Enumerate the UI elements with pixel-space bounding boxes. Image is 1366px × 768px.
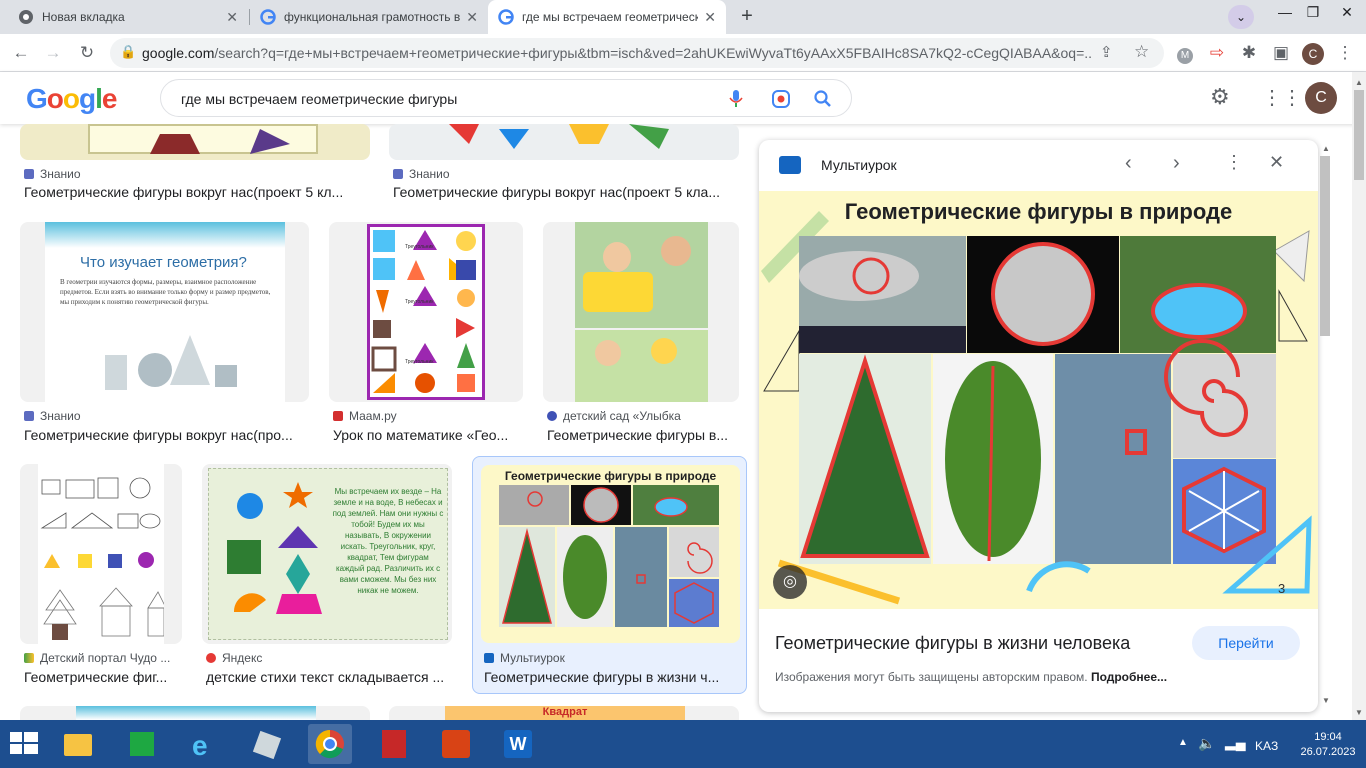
bookmark-star-icon[interactable]: ☆ [1134, 42, 1149, 62]
windows-start-icon[interactable] [10, 732, 38, 756]
result-title[interactable]: Геометрические фигуры вокруг нас(проект … [24, 184, 362, 200]
account-avatar[interactable]: C [1305, 82, 1337, 114]
result-image[interactable]: Мы встречаем их везде – На земле и на во… [202, 464, 452, 644]
chrome-icon [19, 10, 33, 24]
google-icon [498, 9, 514, 25]
search-box[interactable]: где мы встречаем геометрические фигуры [160, 79, 852, 117]
result-image[interactable] [20, 124, 370, 160]
acrobat-icon[interactable] [372, 724, 416, 764]
result-source[interactable]: детский сад «Улыбка [547, 409, 681, 423]
result-title[interactable]: Геометрические фигуры в жизни ч... [484, 669, 734, 685]
google-header: Google где мы встречаем геометрические ф… [0, 72, 1366, 124]
google-icon [260, 9, 276, 25]
windows-taskbar: e W ▲ 🔈 ▂▄ KAЗ 19:04 26.07.2023 [0, 720, 1366, 768]
volume-icon[interactable]: 🔈 [1198, 735, 1215, 752]
store-icon[interactable] [120, 724, 164, 764]
tab-functional-literacy[interactable]: функциональная грамотность в ✕ [250, 0, 488, 34]
share-icon[interactable]: ⇪ [1100, 43, 1113, 61]
page-scrollbar[interactable]: ▲ ▼ [1352, 72, 1366, 720]
profile-avatar[interactable]: C [1300, 40, 1326, 66]
result-image[interactable]: Квадрат [389, 706, 739, 720]
result-image[interactable] [20, 706, 370, 720]
tab-search-results[interactable]: где мы встречаем геометрически ✕ [488, 0, 726, 34]
result-source[interactable]: Яндекс [206, 651, 262, 665]
result-image[interactable]: Треугольник Треугольник Треугольник [329, 222, 523, 402]
more-link[interactable]: Подробнее... [1091, 670, 1167, 684]
result-title[interactable]: Геометрические фигуры вокруг нас(проект … [393, 184, 738, 200]
previous-icon[interactable]: ‹ [1125, 152, 1132, 175]
result-source[interactable]: Детский портал Чудо ... [24, 651, 170, 665]
tools-icon[interactable] [246, 724, 290, 764]
url-path: /search?q=где+мы+встречаем+геометрически… [214, 45, 1092, 61]
result-title[interactable]: Урок по математике «Гео... [333, 427, 523, 443]
result-title[interactable]: Геометрические фигуры вокруг нас(про... [24, 427, 309, 443]
result-source[interactable]: Мультиурок [484, 651, 565, 665]
result-source[interactable]: Знанио [24, 167, 81, 181]
forward-icon[interactable]: → [40, 40, 66, 66]
result-title[interactable]: Геометрические фиг... [24, 669, 182, 685]
tab-title: где мы встречаем геометрически [522, 10, 699, 24]
panel-source[interactable]: Мультиурок [821, 157, 897, 173]
tab-strip: Новая вкладка ✕ функциональная грамотнос… [0, 0, 1366, 34]
lens-icon[interactable] [771, 89, 791, 109]
panel-title[interactable]: Геометрические фигуры в жизни человека [775, 633, 1130, 654]
result-title[interactable]: Геометрические фигуры в... [547, 427, 739, 443]
close-window-icon[interactable]: ✕ [1330, 0, 1364, 28]
extensions-puzzle-icon[interactable]: ✱ [1236, 40, 1262, 66]
settings-gear-icon[interactable]: ⚙ [1210, 84, 1230, 110]
next-icon[interactable]: › [1173, 152, 1180, 175]
browser-toolbar: ← → ↻ 🔒 google.com/search?q=где+мы+встре… [0, 34, 1366, 72]
close-tab-icon[interactable]: ✕ [704, 9, 716, 26]
internet-explorer-icon[interactable]: e [184, 724, 228, 764]
tab-title: Новая вкладка [42, 10, 125, 24]
chrome-taskbar-icon[interactable] [308, 724, 352, 764]
copyright-notice: Изображения могут быть защищены авторски… [775, 670, 1168, 684]
network-icon[interactable]: ▂▄ [1225, 734, 1246, 751]
restore-icon[interactable]: ❐ [1296, 0, 1330, 28]
result-source[interactable]: Знанио [393, 167, 450, 181]
tray-up-arrow-icon[interactable]: ▲ [1178, 737, 1188, 748]
reload-icon[interactable]: ↻ [74, 40, 100, 66]
menu-kebab-icon[interactable]: ⋮ [1332, 40, 1358, 66]
slide-number: 3 [1278, 581, 1286, 596]
language-indicator[interactable]: KAЗ [1255, 739, 1278, 753]
search-icon[interactable] [813, 89, 833, 109]
search-input[interactable]: где мы встречаем геометрические фигуры [181, 91, 457, 107]
close-panel-icon[interactable]: ✕ [1269, 152, 1284, 173]
extension-m-icon[interactable]: M [1172, 40, 1198, 66]
result-image[interactable]: Что изучает геометрия? В геометрии изуча… [20, 222, 309, 402]
extension-arrow-icon[interactable]: ⇨ [1204, 40, 1230, 66]
result-source[interactable]: Маам.ру [333, 409, 397, 423]
clock[interactable]: 19:04 26.07.2023 [1298, 730, 1358, 760]
file-explorer-icon[interactable] [56, 724, 100, 764]
close-tab-icon[interactable]: ✕ [466, 9, 478, 26]
result-image[interactable] [543, 222, 739, 402]
preview-image[interactable]: Геометрические фигуры в природе 3 ◎ [759, 191, 1318, 609]
word-icon[interactable]: W [496, 724, 540, 764]
back-icon[interactable]: ← [8, 40, 34, 66]
lens-search-icon[interactable]: ◎ [773, 565, 807, 599]
address-bar[interactable]: 🔒 google.com/search?q=где+мы+встречаем+г… [110, 38, 1164, 68]
more-options-icon[interactable]: ⋮ [1225, 152, 1243, 173]
close-tab-icon[interactable]: ✕ [226, 9, 238, 26]
google-logo[interactable]: Google [26, 83, 117, 115]
source-favicon [779, 156, 801, 174]
image-preview-panel: Мультиурок ‹ › ⋮ ✕ Геометрические фигуры… [759, 140, 1318, 712]
tab-search-icon[interactable]: ⌄ [1228, 5, 1254, 29]
side-panel-icon[interactable]: ▣ [1268, 40, 1294, 66]
tab-new-tab[interactable]: Новая вкладка ✕ [8, 0, 248, 34]
tab-title: функциональная грамотность в [284, 10, 461, 24]
microphone-icon[interactable] [729, 90, 743, 108]
url-host: google.com [142, 45, 215, 61]
powerpoint-icon[interactable] [434, 724, 478, 764]
lock-icon[interactable]: 🔒 [120, 44, 136, 60]
new-tab-button[interactable]: + [735, 5, 759, 29]
result-source[interactable]: Знанио [24, 409, 81, 423]
goto-button[interactable]: Перейти [1192, 626, 1300, 660]
result-image[interactable] [389, 124, 739, 160]
result-title[interactable]: детские стихи текст складывается ... [206, 669, 451, 685]
result-image[interactable] [20, 464, 182, 644]
panel-scrollbar[interactable]: ▲ ▼ [1318, 140, 1332, 712]
